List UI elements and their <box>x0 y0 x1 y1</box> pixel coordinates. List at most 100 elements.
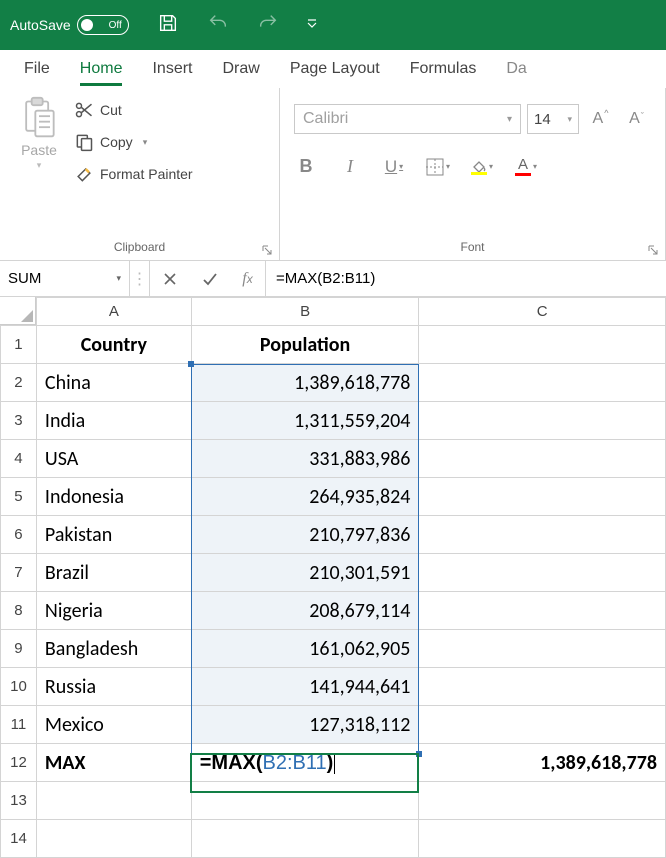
cancel-formula-button[interactable] <box>150 261 190 296</box>
tab-file[interactable]: File <box>24 54 50 84</box>
cell[interactable] <box>191 820 419 858</box>
font-color-button[interactable]: A ▾ <box>514 157 538 176</box>
name-box-chevron-icon[interactable]: ▾ <box>116 273 121 284</box>
row-header[interactable]: 10 <box>1 668 37 706</box>
cell[interactable] <box>36 820 191 858</box>
borders-button[interactable]: ▾ <box>426 158 450 176</box>
row-header[interactable]: 3 <box>1 402 37 440</box>
cell[interactable]: 331,883,986 <box>191 440 419 478</box>
undo-icon[interactable] <box>207 12 229 39</box>
cell[interactable]: 1,311,559,204 <box>191 402 419 440</box>
paste-dropdown-icon[interactable]: ▾ <box>37 160 42 171</box>
cell[interactable] <box>419 364 666 402</box>
cell[interactable]: 141,944,641 <box>191 668 419 706</box>
row-header[interactable]: 14 <box>1 820 37 858</box>
cell[interactable] <box>419 820 666 858</box>
redo-icon[interactable] <box>257 12 279 39</box>
enter-formula-button[interactable] <box>190 261 230 296</box>
row-header[interactable]: 6 <box>1 516 37 554</box>
font-color-chevron-icon[interactable]: ▾ <box>533 162 537 171</box>
row-header[interactable]: 11 <box>1 706 37 744</box>
cell[interactable]: USA <box>36 440 191 478</box>
clipboard-launcher-icon[interactable] <box>261 244 273 256</box>
qat-customize-icon[interactable] <box>307 18 317 33</box>
cell[interactable] <box>419 440 666 478</box>
col-header-A[interactable]: A <box>36 298 191 326</box>
name-box[interactable]: SUM ▾ <box>0 261 130 296</box>
cell[interactable] <box>419 668 666 706</box>
font-name-chevron-icon[interactable]: ▾ <box>507 114 512 125</box>
save-icon[interactable] <box>157 12 179 39</box>
borders-chevron-icon[interactable]: ▾ <box>446 162 450 171</box>
font-size-combo[interactable]: 14 ▾ <box>527 104 579 134</box>
fx-icon[interactable]: fx <box>230 261 266 296</box>
tab-home[interactable]: Home <box>80 54 123 84</box>
range-handle[interactable] <box>188 361 194 367</box>
cell[interactable]: 1,389,618,778 <box>419 744 666 782</box>
cell[interactable]: 1,389,618,778 <box>191 364 419 402</box>
tab-page-layout[interactable]: Page Layout <box>290 54 380 84</box>
increase-font-button[interactable]: A^ <box>585 110 615 128</box>
italic-button[interactable]: I <box>338 156 362 177</box>
cell[interactable] <box>419 592 666 630</box>
underline-button[interactable]: U▾ <box>382 157 406 177</box>
col-header-B[interactable]: B <box>191 298 419 326</box>
cell[interactable]: Brazil <box>36 554 191 592</box>
cell[interactable] <box>419 478 666 516</box>
decrease-font-button[interactable]: Aˇ <box>621 110 651 128</box>
paste-button[interactable]: Paste ▾ <box>10 96 68 230</box>
cell[interactable]: 127,318,112 <box>191 706 419 744</box>
autosave-pill[interactable]: Off <box>77 15 129 35</box>
cell[interactable]: China <box>36 364 191 402</box>
cell[interactable]: India <box>36 402 191 440</box>
cell[interactable]: Nigeria <box>36 592 191 630</box>
cell[interactable] <box>419 402 666 440</box>
row-header[interactable]: 5 <box>1 478 37 516</box>
formula-input[interactable]: =MAX(B2:B11) <box>266 261 666 296</box>
autosave-toggle[interactable]: AutoSave Off <box>10 15 129 35</box>
tab-draw[interactable]: Draw <box>222 54 259 84</box>
row-header[interactable]: 7 <box>1 554 37 592</box>
cell[interactable]: Country <box>36 326 191 364</box>
cell[interactable] <box>419 782 666 820</box>
cell[interactable]: Pakistan <box>36 516 191 554</box>
cell[interactable]: 161,062,905 <box>191 630 419 668</box>
font-name-combo[interactable]: Calibri ▾ <box>294 104 521 134</box>
range-handle[interactable] <box>416 751 422 757</box>
cell[interactable]: MAX <box>36 744 191 782</box>
col-header-C[interactable]: C <box>419 298 666 326</box>
active-cell[interactable]: =MAX(B2:B11) <box>191 744 419 782</box>
font-launcher-icon[interactable] <box>647 244 659 256</box>
fill-chevron-icon[interactable]: ▾ <box>489 162 493 171</box>
row-header[interactable]: 4 <box>1 440 37 478</box>
cell[interactable]: 210,301,591 <box>191 554 419 592</box>
row-header[interactable]: 12 <box>1 744 37 782</box>
worksheet-grid[interactable]: A B C 1 Country Population 2China1,389,6… <box>0 297 666 858</box>
cell[interactable] <box>419 554 666 592</box>
format-painter-button[interactable]: Format Painter <box>74 164 193 184</box>
font-size-chevron-icon[interactable]: ▾ <box>567 114 572 125</box>
cell[interactable] <box>419 630 666 668</box>
row-header[interactable]: 8 <box>1 592 37 630</box>
cell[interactable]: 208,679,114 <box>191 592 419 630</box>
tab-data-truncated[interactable]: Da <box>506 54 526 84</box>
cell[interactable] <box>419 706 666 744</box>
row-header[interactable]: 13 <box>1 782 37 820</box>
row-header[interactable]: 2 <box>1 364 37 402</box>
cell[interactable]: Mexico <box>36 706 191 744</box>
cell[interactable] <box>36 782 191 820</box>
cell[interactable] <box>419 326 666 364</box>
cell[interactable]: 264,935,824 <box>191 478 419 516</box>
cell[interactable]: 210,797,836 <box>191 516 419 554</box>
select-all-corner[interactable] <box>0 297 36 325</box>
underline-chevron-icon[interactable]: ▾ <box>399 162 403 171</box>
cell[interactable]: Russia <box>36 668 191 706</box>
row-header[interactable]: 9 <box>1 630 37 668</box>
row-header[interactable]: 1 <box>1 326 37 364</box>
cell[interactable]: Bangladesh <box>36 630 191 668</box>
copy-button[interactable]: Copy ▾ <box>74 132 193 152</box>
cell[interactable]: Population <box>191 326 419 364</box>
cell[interactable] <box>191 782 419 820</box>
fill-color-button[interactable]: ▾ <box>470 158 494 175</box>
tab-insert[interactable]: Insert <box>152 54 192 84</box>
